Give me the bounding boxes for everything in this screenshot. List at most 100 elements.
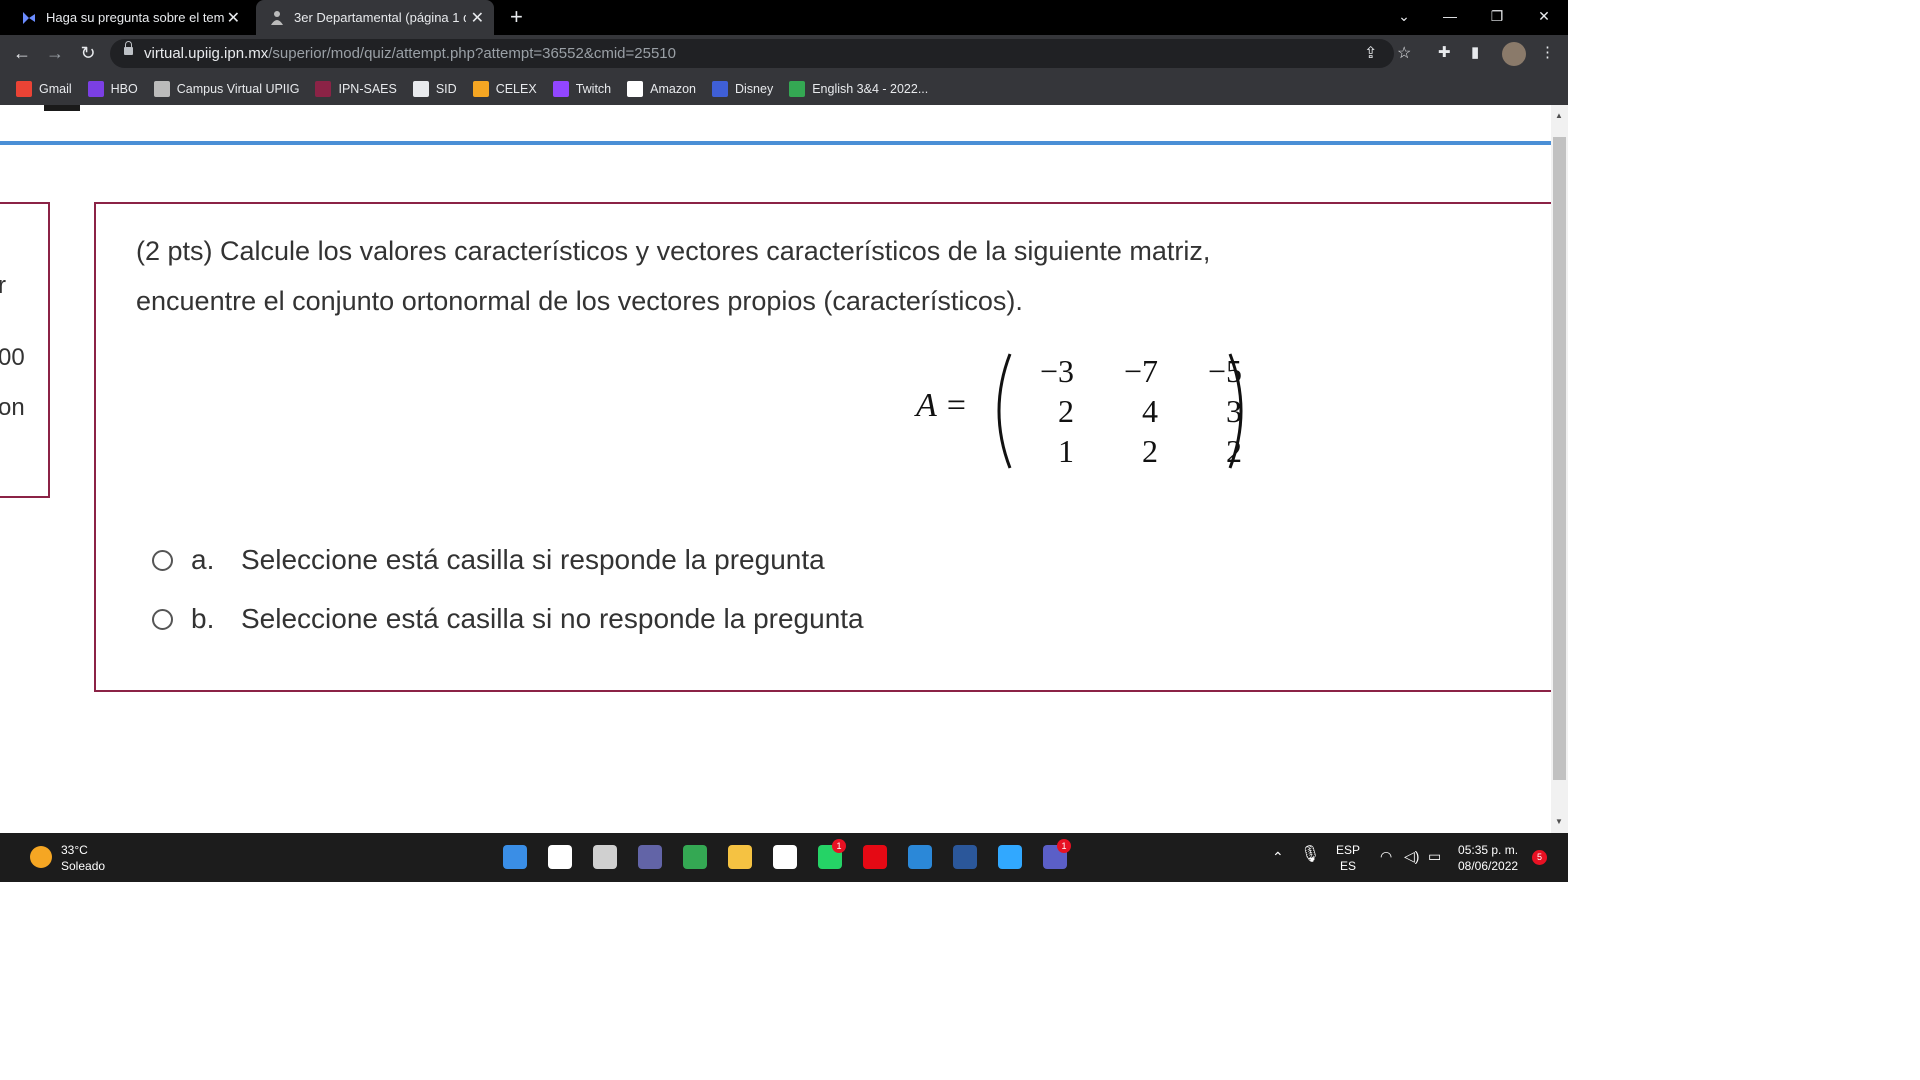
option-letter: b. — [191, 603, 215, 634]
windows-start-icon[interactable] — [503, 845, 527, 869]
bookmark-item[interactable]: English 3&4 - 2022... — [789, 80, 928, 97]
bookmark-label: Disney — [734, 81, 774, 96]
minimize-icon[interactable]: — — [1427, 0, 1473, 32]
scroll-thumb[interactable] — [1553, 137, 1566, 780]
info-fragment: 00 — [0, 344, 25, 371]
gmail-icon — [16, 80, 32, 97]
close-tab-icon[interactable]: ✕ — [227, 8, 240, 28]
amazon-icon — [627, 80, 644, 97]
mail-icon[interactable] — [908, 845, 932, 869]
option-letter: a. — [191, 544, 215, 575]
radio-button[interactable] — [152, 608, 173, 630]
bookmark-item[interactable]: Twitch — [552, 80, 612, 97]
matrix-cell: 1 — [1058, 433, 1074, 469]
bookmark-star-icon[interactable]: ☆ — [1397, 43, 1411, 63]
bookmark-item[interactable]: Campus Virtual UPIIG — [153, 80, 300, 97]
app-badge: 1 — [832, 839, 846, 853]
language-indicator[interactable]: ESP ES — [1336, 842, 1360, 874]
campus-icon — [153, 80, 170, 97]
option-b[interactable]: b. Seleccione está casilla si no respond… — [152, 603, 864, 635]
tab-title: Haga su pregunta sobre el tema — [46, 10, 224, 25]
page-content: r 00 on (2 pts) Calcule los valores cara… — [0, 105, 1551, 833]
bookmark-label: HBO — [110, 81, 138, 96]
extensions-icon[interactable]: ✚ — [1438, 43, 1451, 61]
notification-badge[interactable]: 5 — [1532, 850, 1547, 865]
bookmark-item[interactable]: IPN-SAES — [315, 80, 397, 97]
wifi-icon[interactable]: ◠ — [1380, 848, 1392, 864]
side-panel-icon[interactable]: ▮ — [1471, 43, 1479, 61]
share-icon[interactable]: ⇪ — [1364, 43, 1377, 63]
option-a[interactable]: a. Seleccione está casilla si responde l… — [152, 544, 825, 576]
classroom-icon — [789, 80, 806, 97]
word-icon[interactable] — [953, 845, 977, 869]
bookmark-item[interactable]: Gmail — [16, 80, 72, 97]
left-paren — [997, 353, 1012, 469]
brainly-icon — [23, 11, 35, 24]
app-badge: 1 — [1057, 839, 1071, 853]
new-tab-button[interactable]: + — [510, 4, 523, 30]
forward-icon[interactable]: → — [43, 41, 67, 65]
bookmark-item[interactable]: SID — [412, 80, 457, 97]
clock[interactable]: 05:35 p. m. 08/06/2022 — [1458, 842, 1518, 874]
restore-icon[interactable]: ❐ — [1474, 0, 1520, 32]
scroll-down-icon[interactable]: ▼ — [1555, 817, 1563, 826]
menu-kebab-icon[interactable]: ⋮ — [1540, 43, 1555, 61]
close-tab-icon[interactable]: ✕ — [471, 8, 484, 28]
bookmarks-bar: Gmail HBO Campus Virtual UPIIG IPN-SAES SID C… — [0, 72, 1568, 105]
bookmark-item[interactable]: Amazon — [627, 80, 696, 97]
tab-3er-departamental[interactable]: 3er Departamental (página 1 de 5) ✕ — [256, 0, 494, 35]
mic-muted-icon[interactable]: 🎙 — [1300, 847, 1320, 863]
reload-icon[interactable]: ↻ — [76, 41, 100, 65]
bookmark-item[interactable]: Disney — [711, 80, 774, 97]
tab-search-icon[interactable]: ⌄ — [1381, 0, 1427, 32]
task-view-icon[interactable] — [593, 845, 617, 869]
address-bar[interactable]: virtual.upiig.ipn.mx/superior/mod/quiz/a… — [110, 39, 1411, 68]
question-text: (2 pts) Calcule los valores característi… — [136, 236, 1211, 316]
bookmark-item[interactable]: HBO — [87, 80, 138, 97]
bookmark-label: Twitch — [575, 81, 612, 96]
matrix-cell: −3 — [1039, 353, 1074, 389]
bookmark-label: CELEX — [495, 81, 537, 96]
store-icon[interactable] — [773, 845, 797, 869]
lock-icon — [124, 41, 133, 55]
search-icon[interactable] — [548, 845, 572, 869]
scroll-up-icon[interactable]: ▲ — [1555, 111, 1563, 120]
option-text: Seleccione está casilla si responde la p… — [241, 544, 825, 575]
file-explorer-icon[interactable] — [728, 845, 752, 869]
close-window-icon[interactable]: ✕ — [1521, 0, 1567, 32]
weather-widget[interactable]: 33°C Soleado — [61, 842, 105, 874]
hbo-icon — [87, 80, 104, 97]
matrix-label: A = — [916, 387, 968, 424]
chevron-up-icon[interactable]: ⌃ — [1272, 849, 1284, 865]
browser-toolbar: ← → ↻ virtual.upiig.ipn.mx/superior/mod/… — [0, 35, 1568, 72]
back-icon[interactable]: ← — [10, 41, 34, 65]
profile-avatar[interactable] — [1502, 42, 1526, 66]
chat-icon[interactable] — [638, 845, 662, 869]
twitch-icon — [552, 80, 569, 97]
bookmark-label: Amazon — [650, 81, 696, 96]
info-fragment: on — [0, 394, 25, 421]
matrix-cell: 2 — [1142, 433, 1158, 469]
matrix-cell: −7 — [1123, 353, 1158, 389]
chrome-icon[interactable] — [683, 845, 707, 869]
bookmark-label: Campus Virtual UPIIG — [176, 81, 300, 96]
bookmark-item[interactable]: CELEX — [472, 80, 537, 97]
header-rule — [0, 141, 1551, 145]
netflix-icon[interactable] — [863, 845, 887, 869]
page-scrollbar[interactable]: ▲ ▼ — [1551, 105, 1568, 833]
saes-icon — [315, 80, 332, 97]
right-paren — [1228, 353, 1243, 469]
volume-icon[interactable]: ◁) — [1404, 848, 1419, 864]
battery-icon[interactable]: ▭ — [1428, 848, 1441, 864]
radio-button[interactable] — [152, 549, 173, 571]
tab-strip: Haga su pregunta sobre el tema ✕ 3er Dep… — [0, 0, 1568, 35]
photoshop-icon[interactable] — [998, 845, 1022, 869]
weather-temp: 33°C — [61, 843, 88, 857]
tab-haga-su-pregunta[interactable]: Haga su pregunta sobre el tema ✕ — [8, 0, 250, 35]
celex-icon — [472, 80, 489, 97]
url-text: virtual.upiig.ipn.mx/superior/mod/quiz/a… — [144, 45, 676, 62]
globe-icon — [412, 80, 429, 97]
windows-taskbar: 33°C Soleado 1 1 ⌃ 🎙 ESP ES ◠ ◁) ▭ 05:35 … — [0, 833, 1568, 882]
menu-icon-fragment — [44, 105, 80, 111]
sun-icon[interactable] — [30, 846, 52, 868]
